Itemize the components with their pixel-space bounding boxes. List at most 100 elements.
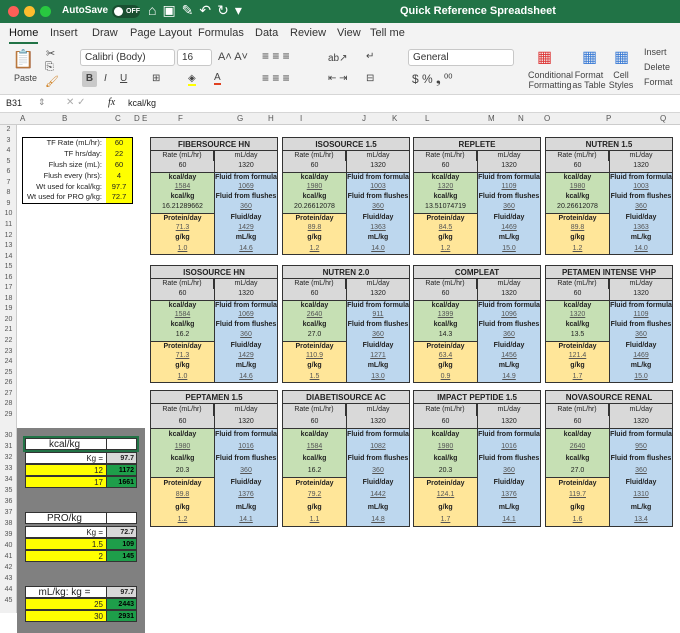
row-number[interactable]: 27 [0,390,17,397]
fluid-formula-value[interactable]: 911 [346,309,409,321]
fluid-formula-value[interactable]: 1082 [346,440,409,453]
kcal-kg-value[interactable]: 16.2 [283,464,346,478]
row-number[interactable]: 41 [0,553,17,560]
row-number[interactable]: 32 [0,454,17,461]
rate-value[interactable]: 60 [151,416,214,429]
ml-day-value[interactable]: 1320 [214,289,277,300]
rate-value[interactable]: 60 [546,161,609,172]
row-number[interactable]: 43 [0,575,17,582]
close-window-button[interactable] [8,6,19,17]
row-number[interactable]: 28 [0,400,17,407]
bold-button[interactable]: B [82,71,97,87]
ml-kg-value[interactable]: 14.0 [609,243,672,254]
rate-value[interactable]: 60 [283,161,346,172]
fluid-flushes-value[interactable]: 360 [477,202,540,213]
merge-icon[interactable]: ⊟ [366,73,374,84]
g-kg-value[interactable]: 1.6 [546,513,609,526]
rate-value[interactable]: 60 [151,161,214,172]
format-as-table-button[interactable]: Format as Table [572,70,606,90]
fluid-flushes-value[interactable]: 360 [477,464,540,478]
kcal-kg-value[interactable]: 20.3 [414,464,477,478]
fluid-formula-value[interactable]: 1109 [609,309,672,321]
cell-styles-button[interactable]: Cell Styles [608,70,634,90]
g-kg-value[interactable]: 1.1 [283,513,346,526]
protein-day-value[interactable]: 84.5 [414,223,477,234]
protein-day-value[interactable]: 71.3 [151,351,214,362]
g-kg-value[interactable]: 1.2 [151,513,214,526]
row-number[interactable]: 33 [0,465,17,472]
ml-day-value[interactable]: 1320 [477,161,540,172]
fluid-flushes-value[interactable]: 360 [214,330,277,341]
row-number[interactable]: 9 [0,200,17,207]
row-number[interactable]: 26 [0,379,17,386]
row-number[interactable]: 35 [0,487,17,494]
protein-day-value[interactable]: 121.4 [546,351,609,362]
pro-kg-row-label[interactable]: 1.5 [26,539,106,549]
row-number[interactable]: 37 [0,509,17,516]
row-number[interactable]: 31 [0,443,17,450]
italic-button[interactable]: I [104,73,107,84]
fluid-flushes-value[interactable]: 360 [214,464,277,478]
kcal-day-value[interactable]: 2640 [283,309,346,321]
paste-icon[interactable]: 📋 [12,49,34,70]
row-number[interactable]: 5 [0,158,17,165]
fluid-formula-value[interactable]: 1003 [609,181,672,193]
kcal-day-value[interactable]: 1980 [546,181,609,193]
fluid-flushes-value[interactable]: 360 [346,202,409,213]
kcal-kg-value[interactable]: 14.3 [414,330,477,341]
fluid-flushes-value[interactable]: 360 [609,202,672,213]
name-box[interactable]: B31 [6,98,22,108]
param-value[interactable]: 97.7 [106,181,132,193]
kcal-kg-row-label[interactable]: 12 [26,465,106,475]
row-number[interactable]: 39 [0,531,17,538]
protein-day-value[interactable]: 124.1 [414,489,477,502]
ml-kg-value[interactable]: 14.6 [214,243,277,254]
tab-data[interactable]: Data [255,27,278,39]
vertical-align-icons[interactable]: ≡ ≡ ≡ [262,49,290,63]
column-header-P[interactable]: P [606,114,611,123]
fluid-day-value[interactable]: 1376 [214,489,277,502]
column-header-A[interactable]: A [20,114,25,123]
row-number[interactable]: 6 [0,168,17,175]
protein-day-value[interactable]: 63.4 [414,351,477,362]
fluid-day-value[interactable]: 1429 [214,351,277,362]
ml-kg-value[interactable]: 14.1 [214,513,277,526]
column-header-L[interactable]: L [425,114,429,123]
kcal-kg-value[interactable]: 16.2 [151,330,214,341]
kcal-day-value[interactable]: 1980 [151,440,214,453]
ml-day-value[interactable]: 1320 [609,161,672,172]
kcal-kg-value[interactable]: 27.0 [283,330,346,341]
g-kg-value[interactable]: 1.0 [151,371,214,382]
fluid-formula-value[interactable]: 1096 [477,309,540,321]
ml-day-value[interactable]: 1320 [477,289,540,300]
row-number[interactable]: 42 [0,564,17,571]
row-number[interactable]: 8 [0,189,17,196]
tab-insert[interactable]: Insert [50,27,78,39]
formula-input[interactable]: kcal/kg [128,98,156,108]
kcal-kg-value[interactable]: 20.26612078 [546,202,609,213]
font-size-select[interactable]: 16 [177,49,212,66]
borders-icon[interactable]: ⊞ [152,73,160,84]
cut-icon[interactable]: ✂ [46,47,55,60]
tab-home[interactable]: Home [9,27,39,44]
format-as-table-icon[interactable]: ▦ [582,47,597,67]
row-number[interactable]: 24 [0,358,17,365]
protein-day-value[interactable]: 110.9 [283,351,346,362]
row-number[interactable]: 36 [0,498,17,505]
row-number[interactable]: 44 [0,586,17,593]
column-header-C[interactable]: C [115,114,121,123]
horizontal-align-icons[interactable]: ≡ ≡ ≡ [262,71,290,85]
pro-kg-weight-value[interactable]: 72.7 [106,527,136,537]
pro-kg-row-value[interactable]: 145 [106,551,136,561]
format-painter-icon[interactable]: 🖌 [45,75,59,88]
fluid-formula-value[interactable]: 1109 [477,181,540,193]
row-number[interactable]: 14 [0,253,17,260]
g-kg-value[interactable]: 1.7 [414,513,477,526]
column-header-Q[interactable]: Q [660,114,666,123]
tab-review[interactable]: Review [290,27,326,39]
row-number[interactable]: 25 [0,369,17,376]
rate-value[interactable]: 60 [414,161,477,172]
ml-kg-value[interactable]: 14.0 [346,243,409,254]
g-kg-value[interactable]: 1.2 [414,243,477,254]
row-number[interactable]: 10 [0,210,17,217]
